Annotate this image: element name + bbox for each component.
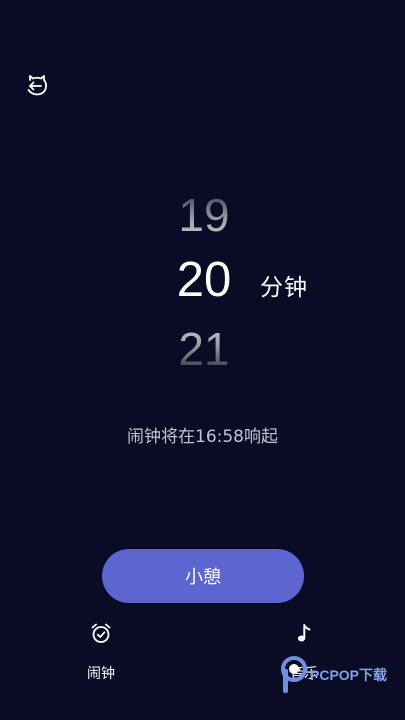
picker-current-value[interactable]: 20 bbox=[160, 256, 248, 305]
watermark-text: PCPOP下载 bbox=[310, 667, 388, 683]
back-arrow-icon bbox=[27, 75, 47, 96]
back-button[interactable] bbox=[20, 68, 54, 102]
snooze-screen: 19 20 21 分钟 闹钟将在16:58响起 小憩 闹钟 音乐 PCPOP下载 bbox=[0, 0, 405, 720]
tab-alarm[interactable]: 闹钟 bbox=[71, 620, 131, 683]
snooze-button-label: 小憩 bbox=[185, 567, 221, 588]
music-note-icon bbox=[291, 620, 317, 646]
minute-picker[interactable]: 19 20 21 bbox=[160, 186, 250, 386]
alarm-time-info: 闹钟将在16:58响起 bbox=[127, 427, 278, 447]
watermark: PCPOP下载 bbox=[278, 655, 405, 715]
tab-alarm-label: 闹钟 bbox=[87, 666, 115, 682]
picker-next-value[interactable]: 21 bbox=[160, 326, 248, 372]
picker-unit-label: 分钟 bbox=[260, 275, 308, 301]
snooze-button[interactable]: 小憩 bbox=[102, 549, 304, 603]
picker-prev-value[interactable]: 19 bbox=[160, 192, 248, 238]
pcpop-logo-icon bbox=[281, 656, 307, 693]
alarm-clock-icon bbox=[88, 620, 114, 646]
